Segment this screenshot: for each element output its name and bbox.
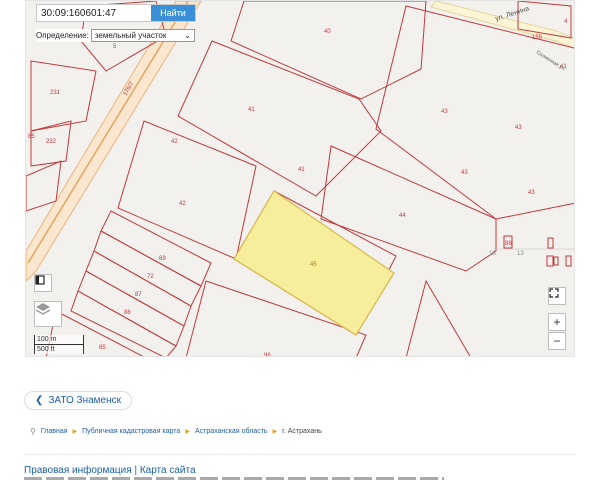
chevron-right-icon: ▶ <box>272 429 278 435</box>
sitemap-link[interactable]: Карта сайта <box>140 465 196 476</box>
back-to-region-button[interactable]: ❮ ЗАТО Знаменск <box>24 391 132 410</box>
zoom-out-button[interactable]: − <box>548 332 566 350</box>
parcel-label: 85 <box>28 134 35 140</box>
parcel-label: 231 <box>50 90 61 96</box>
search-button[interactable]: Найти <box>151 5 195 21</box>
parcel-label: 42 <box>179 201 186 207</box>
footer-links: Правовая информация | Карта сайта <box>24 465 196 476</box>
breadcrumb-home[interactable]: Главная <box>41 428 68 435</box>
location-pin-icon: ⚲ <box>30 427 36 436</box>
parcel-label: 5 <box>113 44 117 50</box>
parcel-label: 45 <box>310 262 317 268</box>
search-input[interactable] <box>37 5 151 21</box>
parcel-label: 4 <box>564 19 568 25</box>
breadcrumb-cadastral-map[interactable]: Публичная кадастровая карта <box>82 428 180 435</box>
map-canvas[interactable]: 40 41 41 42 42 43 43 43 43 44 45 5 231 2… <box>26 1 575 357</box>
chevron-left-icon: ❮ <box>35 395 44 406</box>
scale-metric: 100 m <box>34 335 84 345</box>
parcel-label: 44 <box>399 213 406 219</box>
parcel-label: 40 <box>324 29 331 35</box>
expand-icon[interactable] <box>548 287 566 305</box>
definition-select[interactable]: земельный участок ⌄ <box>90 29 195 42</box>
definition-value: земельный участок <box>94 31 167 40</box>
parcel-label: 43 <box>441 109 448 115</box>
scale-imperial: 500 ft <box>34 345 84 354</box>
parcel-label: 43 <box>461 170 468 176</box>
parcel-label: 43 <box>515 125 522 131</box>
cadastral-map[interactable]: 40 41 41 42 42 43 43 43 43 44 45 5 231 2… <box>25 0 575 357</box>
parcel-label: 41 <box>298 167 305 173</box>
parcel-label: 88 <box>505 241 512 247</box>
divider <box>24 454 576 455</box>
parcel-label: 18 <box>489 251 496 257</box>
parcel-outlines <box>26 1 574 356</box>
legal-info-link[interactable]: Правовая информация <box>24 465 132 476</box>
breadcrumb: ⚲ Главная ▶ Публичная кадастровая карта … <box>30 427 322 436</box>
parcel-label: 13 <box>517 251 524 257</box>
parcel-label: 43 <box>528 190 535 196</box>
definition-control: Определение: земельный участок ⌄ <box>36 29 195 42</box>
parcel-label: 232 <box>46 139 57 145</box>
chevron-right-icon: ▶ <box>72 429 78 435</box>
parcel-label: 72 <box>147 274 154 280</box>
parcel-label: 87 <box>135 292 142 298</box>
parcel-label: 69 <box>159 256 166 262</box>
breadcrumb-region[interactable]: Астраханская область <box>195 428 268 435</box>
cadastral-search[interactable]: Найти <box>36 4 196 22</box>
parcel-label: 85 <box>99 345 106 351</box>
chevron-right-icon: ▶ <box>185 429 190 435</box>
fullscreen-map-icon[interactable] <box>34 274 52 292</box>
definition-label: Определение: <box>36 31 89 40</box>
zoom-in-button[interactable]: + <box>548 313 566 331</box>
chevron-down-icon: ⌄ <box>184 31 191 40</box>
parcel-label: 42 <box>171 139 178 145</box>
street-label: Солнечная ул. <box>535 50 567 73</box>
parcel-label: 96 <box>264 353 271 357</box>
scale-bar: 100 m 500 ft <box>34 335 84 354</box>
breadcrumb-city: г. Астрахань <box>282 428 322 435</box>
footer-separator: | <box>134 465 138 476</box>
layers-icon[interactable] <box>34 301 62 327</box>
parcel-label: 88 <box>124 310 131 316</box>
back-label: ЗАТО Знаменск <box>48 395 121 406</box>
parcel-label: 155 <box>532 35 543 41</box>
parcel-label: 41 <box>248 107 255 113</box>
